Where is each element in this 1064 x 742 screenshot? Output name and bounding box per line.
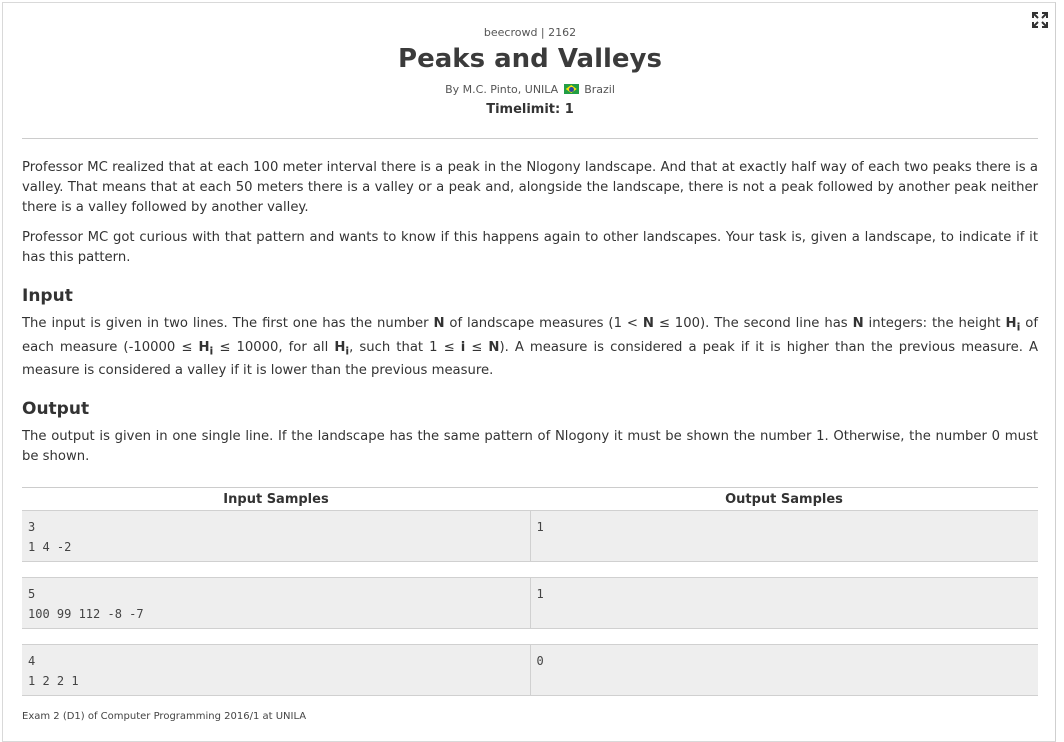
problem-author: By M.C. Pinto, UNILA Brazil — [0, 83, 1060, 96]
author-name: By M.C. Pinto, UNILA — [445, 83, 559, 96]
sample-output[interactable]: 1 — [531, 578, 1039, 628]
timelimit: Timelimit: 1 — [486, 102, 574, 117]
problem-origin: beecrowd | 2162 — [483, 26, 577, 39]
problem-title: Peaks and Valleys — [398, 44, 662, 74]
samples-table: Input Samples Output Samples 3 1 4 -2 1 … — [22, 487, 1038, 711]
sample-input[interactable]: 4 1 2 2 1 — [22, 645, 531, 695]
description-paragraph-1: Professor MC realized that at each 100 m… — [22, 160, 1038, 215]
header-divider — [22, 138, 1038, 139]
brazil-flag-icon — [563, 84, 579, 94]
output-samples-header: Output Samples — [725, 491, 843, 507]
description-paragraph-2: Professor MC got curious with that patte… — [22, 230, 1038, 265]
samples-header: Input Samples Output Samples — [22, 487, 1038, 510]
sample-input[interactable]: 5 100 99 112 -8 -7 — [22, 578, 531, 628]
sample-row: 3 1 4 -2 1 — [22, 510, 1038, 562]
input-samples-header: Input Samples — [223, 491, 329, 507]
sample-row: 5 100 99 112 -8 -7 1 — [22, 577, 1038, 629]
output-description: The output is given in one single line. … — [22, 429, 1038, 465]
input-description: The input is given in two lines. The fir… — [22, 316, 1038, 379]
problem-content: Professor MC realized that at each 100 m… — [22, 158, 1038, 477]
author-country: Brazil — [584, 83, 615, 96]
sample-row: 4 1 2 2 1 0 — [22, 644, 1038, 696]
sample-output[interactable]: 0 — [531, 645, 1039, 695]
output-heading: Output — [22, 399, 90, 420]
problem-source: Exam 2 (D1) of Computer Programming 2016… — [22, 711, 307, 722]
sample-output[interactable]: 1 — [531, 511, 1039, 561]
sample-input[interactable]: 3 1 4 -2 — [22, 511, 531, 561]
input-heading: Input — [22, 286, 73, 306]
